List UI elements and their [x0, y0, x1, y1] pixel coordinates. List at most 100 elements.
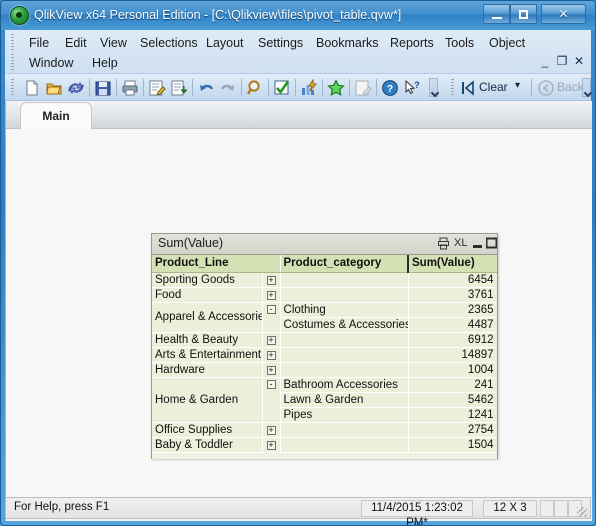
- cell-sum-value[interactable]: 6454: [408, 272, 497, 288]
- help-icon[interactable]: ?: [381, 79, 399, 97]
- cell-product-category[interactable]: Bathroom Accessories: [280, 377, 409, 393]
- table-row[interactable]: Sporting Goods +6454: [152, 272, 497, 288]
- table-row[interactable]: Arts & Entertainment +14897: [152, 347, 497, 363]
- cell-sum-value[interactable]: 2754: [408, 422, 497, 438]
- back-arrow-icon[interactable]: [537, 79, 555, 97]
- cell-product-category[interactable]: [280, 272, 409, 288]
- menu-tools[interactable]: Tools: [443, 32, 476, 54]
- cell-product-category[interactable]: [280, 362, 409, 378]
- cell-product-category[interactable]: [280, 422, 409, 438]
- context-help-icon[interactable]: ?: [403, 79, 421, 97]
- table-row[interactable]: Baby & Toddler +1504: [152, 437, 497, 453]
- table-row[interactable]: Hardware +1004: [152, 362, 497, 378]
- document-minimize-button[interactable]: _: [538, 54, 552, 68]
- cell-sum-value[interactable]: 3761: [408, 287, 497, 303]
- menu-layout[interactable]: Layout: [204, 32, 246, 54]
- expand-button[interactable]: +: [262, 362, 281, 378]
- cell-sum-value[interactable]: 14897: [408, 347, 497, 363]
- cell-product-category[interactable]: [280, 332, 409, 348]
- cell-product-line[interactable]: Baby & Toddler: [152, 437, 263, 453]
- maximize-object-icon[interactable]: [485, 237, 498, 250]
- navigation-overflow-button[interactable]: [582, 78, 591, 97]
- expand-button[interactable]: +: [262, 422, 281, 438]
- collapse-button[interactable]: -: [262, 377, 281, 423]
- toolbar-grip[interactable]: [11, 79, 14, 95]
- menu-grip-row2[interactable]: [11, 54, 14, 70]
- sheet-tab-main[interactable]: Main: [20, 102, 92, 130]
- expand-button[interactable]: +: [262, 272, 281, 288]
- toolbar-overflow-button[interactable]: [429, 78, 438, 97]
- open-folder-icon[interactable]: [45, 79, 63, 97]
- clear-selections-icon[interactable]: [459, 79, 477, 97]
- table-row[interactable]: Office Supplies +2754: [152, 422, 497, 438]
- cell-sum-value[interactable]: 6912: [408, 332, 497, 348]
- new-document-icon[interactable]: [23, 79, 41, 97]
- print-icon[interactable]: [121, 79, 139, 97]
- pivot-table-object[interactable]: Sum(Value) XL Product_Line Product_categ…: [151, 233, 498, 459]
- table-row[interactable]: Apparel & Accessories - Clothing 2365: [152, 302, 497, 333]
- cell-product-category[interactable]: Pipes: [280, 407, 409, 423]
- clear-button-label[interactable]: Clear: [479, 80, 508, 94]
- expand-button[interactable]: +: [262, 332, 281, 348]
- collapse-button[interactable]: -: [262, 302, 281, 333]
- save-icon[interactable]: [94, 79, 112, 97]
- cell-sum-value[interactable]: 1504: [408, 437, 497, 453]
- minimize-object-icon[interactable]: [472, 237, 483, 250]
- cell-product-line[interactable]: Sporting Goods: [152, 272, 263, 288]
- edit-script-icon[interactable]: [148, 79, 166, 97]
- column-header-product-category[interactable]: Product_category: [280, 255, 409, 273]
- menu-reports[interactable]: Reports: [388, 32, 436, 54]
- cell-sum-value[interactable]: 5462: [408, 392, 497, 408]
- print-object-icon[interactable]: [437, 237, 450, 250]
- cell-sum-value[interactable]: 241: [408, 377, 497, 393]
- chart-wizard-icon[interactable]: [300, 78, 318, 97]
- select-all-icon[interactable]: [273, 79, 291, 97]
- window-close-button[interactable]: ✕: [541, 4, 586, 24]
- menu-view[interactable]: View: [98, 32, 129, 54]
- cell-product-line[interactable]: Health & Beauty: [152, 332, 263, 348]
- expand-button[interactable]: +: [262, 287, 281, 303]
- cell-sum-value[interactable]: 4487: [408, 317, 497, 333]
- table-row[interactable]: Health & Beauty +6912: [152, 332, 497, 348]
- pivot-table-grid[interactable]: Product_Line Product_category Sum(Value)…: [152, 255, 497, 459]
- back-button-label[interactable]: Back: [557, 80, 584, 94]
- table-row[interactable]: Home & Garden - Bathroom Accessories 241: [152, 377, 497, 423]
- cell-product-line[interactable]: Arts & Entertainment: [152, 347, 263, 363]
- cell-sum-value[interactable]: 1241: [408, 407, 497, 423]
- navigation-toolbar-grip[interactable]: [451, 79, 454, 95]
- search-icon[interactable]: [246, 79, 264, 97]
- cell-product-category[interactable]: Costumes & Accessories: [280, 317, 409, 333]
- menu-object[interactable]: Object: [487, 32, 527, 54]
- resize-grip-icon[interactable]: [577, 507, 587, 517]
- cell-product-category[interactable]: Clothing: [280, 302, 409, 318]
- menu-window[interactable]: Window: [27, 52, 75, 74]
- window-minimize-button[interactable]: [483, 4, 510, 24]
- cell-product-line[interactable]: Apparel & Accessories: [152, 302, 263, 333]
- menu-file[interactable]: File: [27, 32, 51, 54]
- cell-product-line[interactable]: Home & Garden: [152, 377, 263, 423]
- menu-selections[interactable]: Selections: [138, 32, 200, 54]
- cell-product-line[interactable]: Food: [152, 287, 263, 303]
- document-close-button[interactable]: ✕: [572, 54, 586, 68]
- pivot-table-caption-bar[interactable]: Sum(Value) XL: [152, 234, 498, 255]
- undo-icon[interactable]: [197, 79, 215, 97]
- redo-icon[interactable]: [219, 79, 237, 97]
- menu-settings[interactable]: Settings: [256, 32, 305, 54]
- document-restore-button[interactable]: ❐: [555, 54, 569, 68]
- menu-edit[interactable]: Edit: [63, 32, 89, 54]
- menu-bookmarks[interactable]: Bookmarks: [314, 32, 381, 54]
- edit-module-icon[interactable]: [354, 79, 372, 97]
- cell-product-category[interactable]: Lawn & Garden: [280, 392, 409, 408]
- favorites-star-icon[interactable]: [327, 79, 345, 97]
- cell-sum-value[interactable]: 1004: [408, 362, 497, 378]
- export-to-excel-icon[interactable]: XL: [454, 237, 467, 250]
- table-row[interactable]: Food +3761: [152, 287, 497, 303]
- expand-button[interactable]: +: [262, 437, 281, 453]
- cell-product-category[interactable]: [280, 347, 409, 363]
- reload-icon[interactable]: [67, 79, 85, 97]
- cell-product-category[interactable]: [280, 437, 409, 453]
- window-maximize-button[interactable]: [510, 4, 537, 24]
- expand-button[interactable]: +: [262, 347, 281, 363]
- column-header-sum-value[interactable]: Sum(Value): [407, 255, 497, 273]
- cell-product-line[interactable]: Office Supplies: [152, 422, 263, 438]
